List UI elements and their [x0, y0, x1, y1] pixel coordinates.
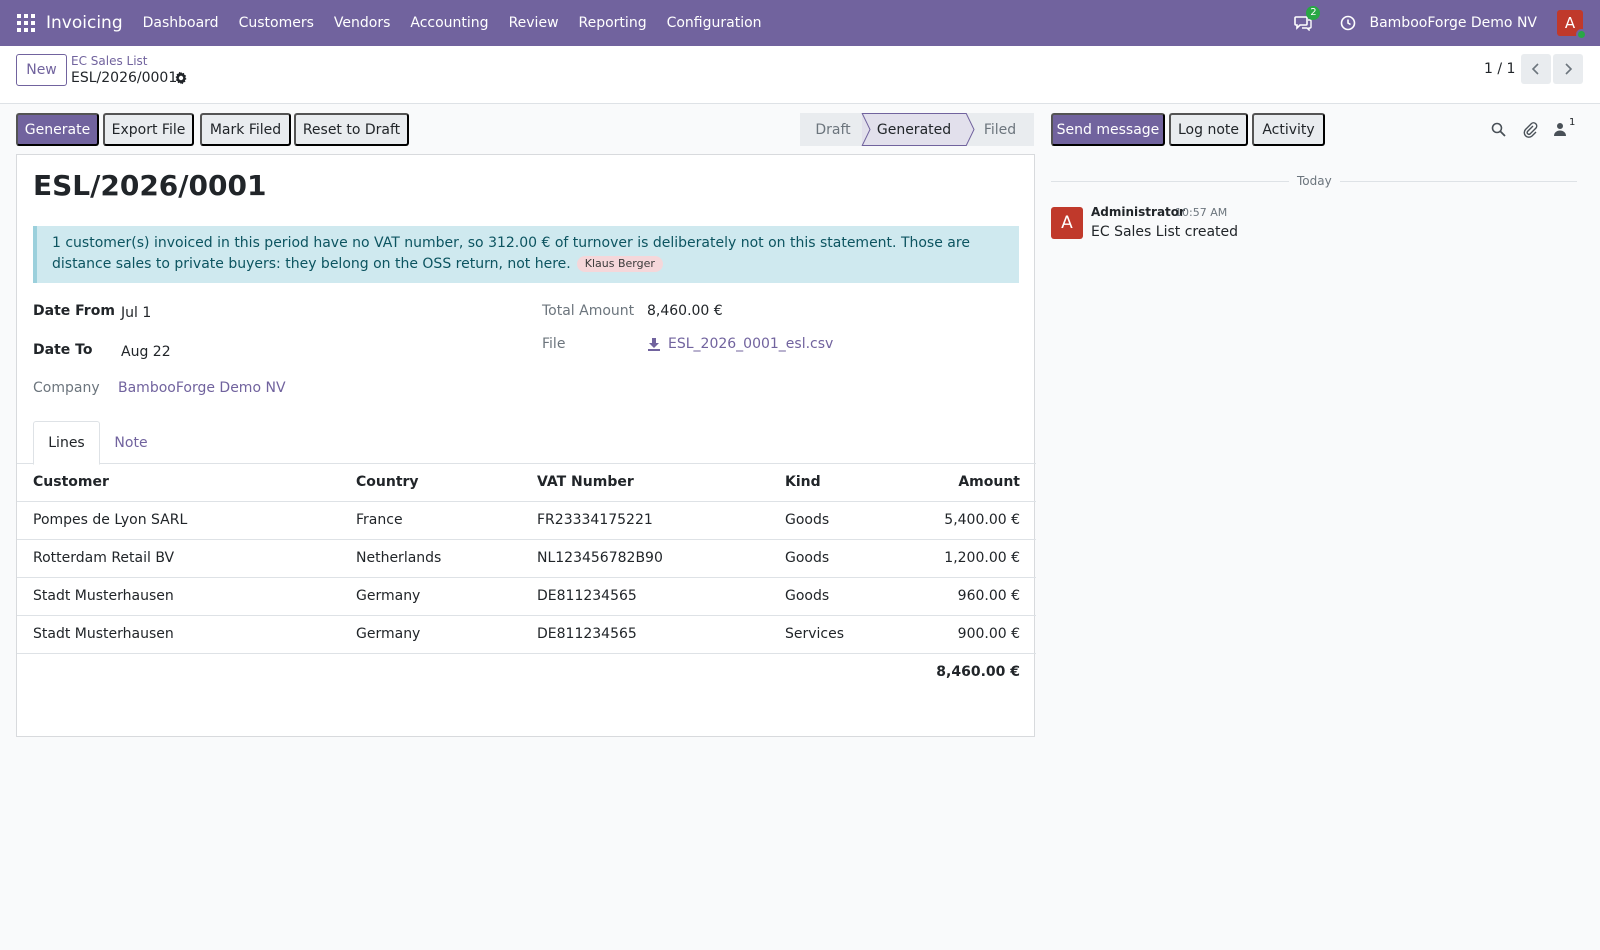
followers-icon[interactable]: [1553, 121, 1567, 137]
header-vat-number[interactable]: VAT Number: [537, 464, 634, 501]
cell-vat-number: DE811234565: [537, 626, 637, 642]
menu-accounting[interactable]: Accounting: [410, 15, 488, 31]
cell-kind: Services: [785, 626, 845, 642]
message-author-avatar[interactable]: A: [1051, 207, 1083, 239]
tab-note[interactable]: Note: [100, 421, 162, 464]
table-total-amount: 8,460.00 €: [936, 664, 1020, 680]
partner-tag[interactable]: Klaus Berger: [576, 256, 663, 272]
generate-button[interactable]: Generate: [16, 113, 99, 146]
follower-count: 1: [1569, 117, 1576, 128]
menu-reporting[interactable]: Reporting: [579, 15, 647, 31]
header-customer[interactable]: Customer: [33, 464, 109, 501]
total-amount-label: Total Amount: [542, 303, 635, 319]
company-label: Company: [33, 380, 100, 396]
cell-amount: 900.00 €: [957, 626, 1020, 642]
app-name[interactable]: Invoicing: [46, 13, 123, 33]
breadcrumb-ec-sales-list[interactable]: EC Sales List: [71, 54, 148, 68]
reset-to-draft-button[interactable]: Reset to Draft: [294, 113, 409, 146]
cell-kind: Goods: [785, 512, 830, 528]
gear-icon[interactable]: [174, 71, 188, 85]
chat-badge: 2: [1306, 6, 1321, 20]
breadcrumb-current-record: ESL/2026/0001: [71, 70, 178, 86]
cell-amount: 1,200.00 €: [944, 550, 1020, 566]
chevron-right-icon: [1565, 63, 1573, 75]
date-to-field[interactable]: Aug 22: [121, 344, 171, 360]
status-bar: Draft Generated Filed: [800, 113, 1034, 146]
search-icon[interactable]: [1491, 122, 1506, 137]
cell-amount: 960.00 €: [957, 588, 1020, 604]
date-separator-label: Today: [1289, 174, 1340, 188]
new-button[interactable]: New: [16, 54, 67, 86]
header-kind[interactable]: Kind: [785, 464, 821, 501]
form-sheet: ESL/2026/0001 1 customer(s) invoiced in …: [16, 154, 1036, 737]
info-alert: 1 customer(s) invoiced in this period ha…: [33, 226, 1019, 283]
app-grid-icon[interactable]: [17, 14, 35, 32]
cell-vat-number: NL123456782B90: [537, 550, 663, 566]
export-file-button[interactable]: Export File: [103, 113, 194, 146]
cell-vat-number: FR23334175221: [537, 512, 653, 528]
file-download-link[interactable]: ESL_2026_0001_esl.csv: [668, 336, 833, 352]
cell-country: Germany: [356, 588, 421, 604]
cell-customer: Rotterdam Retail BV: [33, 550, 175, 566]
log-note-button[interactable]: Log note: [1169, 113, 1248, 146]
cell-amount: 5,400.00 €: [944, 512, 1020, 528]
notebook-tabs: Lines Note: [17, 421, 1036, 465]
activity-clock-icon[interactable]: [1340, 15, 1356, 31]
send-message-button[interactable]: Send message: [1051, 113, 1165, 146]
pager-value[interactable]: 1 / 1: [1484, 61, 1515, 77]
message-timestamp: 10:57 AM: [1175, 206, 1228, 219]
date-from-label: Date From: [33, 303, 115, 319]
cell-country: Germany: [356, 626, 421, 642]
user-avatar-letter: A: [1564, 14, 1576, 32]
table-row[interactable]: Rotterdam Retail BV Netherlands NL123456…: [17, 540, 1036, 578]
table-header: Customer Country VAT Number Kind Amount: [17, 464, 1036, 502]
cell-kind: Goods: [785, 588, 830, 604]
cell-kind: Goods: [785, 550, 830, 566]
cell-customer: Stadt Musterhausen: [33, 588, 174, 604]
online-status-dot: [1576, 29, 1587, 40]
table-row[interactable]: Pompes de Lyon SARL France FR23334175221…: [17, 502, 1036, 540]
table-row[interactable]: Stadt Musterhausen Germany DE811234565 S…: [17, 616, 1036, 654]
paperclip-icon[interactable]: [1522, 121, 1538, 138]
control-panel: New EC Sales List ESL/2026/0001 1 / 1: [0, 46, 1600, 104]
file-label: File: [542, 336, 566, 352]
download-icon[interactable]: [647, 337, 661, 351]
cell-customer: Stadt Musterhausen: [33, 626, 174, 642]
date-to-label: Date To: [33, 342, 93, 358]
cell-vat-number: DE811234565: [537, 588, 637, 604]
lines-table: Customer Country VAT Number Kind Amount …: [17, 464, 1036, 692]
user-avatar[interactable]: A: [1557, 10, 1587, 40]
mark-filed-button[interactable]: Mark Filed: [200, 113, 291, 146]
chat-icon[interactable]: 2: [1294, 6, 1321, 31]
activity-button[interactable]: Activity: [1252, 113, 1325, 146]
message-avatar-letter: A: [1061, 213, 1073, 233]
menu-vendors[interactable]: Vendors: [334, 15, 390, 31]
table-row[interactable]: Stadt Musterhausen Germany DE811234565 G…: [17, 578, 1036, 616]
status-arrows: [861, 113, 975, 146]
pager-next-button[interactable]: [1553, 54, 1583, 84]
pager-previous-button[interactable]: [1521, 54, 1551, 84]
company-switcher[interactable]: BambooForge Demo NV: [1369, 15, 1537, 31]
message-body: EC Sales List created: [1091, 224, 1239, 240]
message-author[interactable]: Administrator: [1091, 205, 1185, 219]
cell-customer: Pompes de Lyon SARL: [33, 512, 188, 528]
alert-text: 1 customer(s) invoiced in this period ha…: [52, 235, 970, 272]
tab-lines[interactable]: Lines: [33, 421, 100, 465]
table-footer: 8,460.00 €: [17, 654, 1036, 692]
record-title: ESL/2026/0001: [33, 169, 267, 202]
menu-dashboard[interactable]: Dashboard: [143, 15, 219, 31]
chevron-left-icon: [1531, 63, 1539, 75]
top-navbar: Invoicing Dashboard Customers Vendors Ac…: [0, 0, 1600, 46]
header-amount[interactable]: Amount: [958, 464, 1020, 501]
header-country[interactable]: Country: [356, 464, 419, 501]
cell-country: France: [356, 512, 403, 528]
cell-country: Netherlands: [356, 550, 442, 566]
menu-customers[interactable]: Customers: [239, 15, 314, 31]
date-from-field[interactable]: Jul 1: [121, 305, 151, 321]
menu-review[interactable]: Review: [509, 15, 559, 31]
menu-configuration[interactable]: Configuration: [667, 15, 762, 31]
total-amount-value: 8,460.00 €: [647, 303, 723, 319]
company-link[interactable]: BambooForge Demo NV: [118, 380, 286, 396]
